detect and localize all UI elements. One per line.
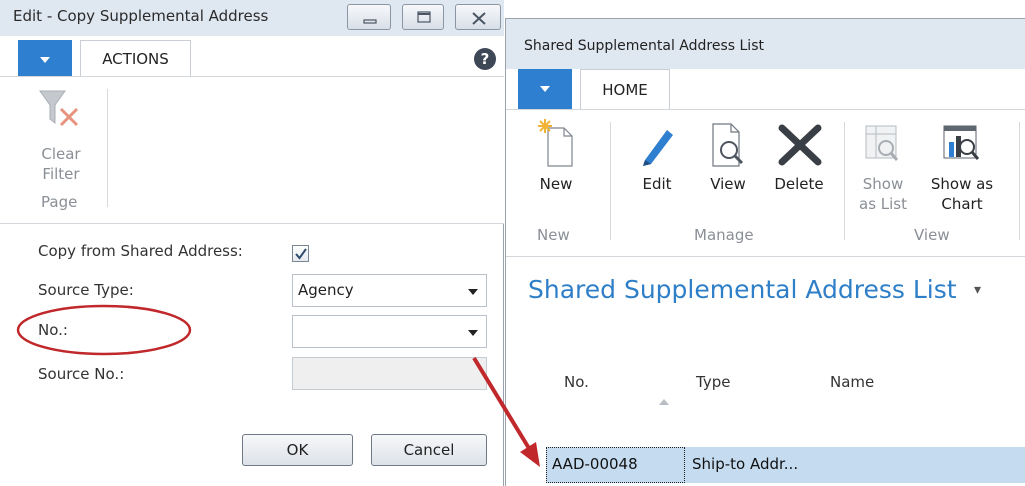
source-type-value: Agency — [298, 281, 354, 299]
dialog-title: Edit - Copy Supplemental Address — [13, 7, 269, 25]
checkmark-icon — [295, 248, 307, 260]
close-icon — [472, 12, 486, 25]
copy-from-shared-address-checkbox[interactable] — [292, 245, 309, 262]
chevron-down-icon — [40, 57, 50, 63]
shared-supplemental-address-list-window: Shared Supplemental Address List HOME Ne… — [505, 18, 1025, 486]
maximize-icon — [417, 11, 431, 23]
dialog-titlebar: Edit - Copy Supplemental Address — [0, 0, 504, 36]
ok-button[interactable]: OK — [242, 434, 353, 466]
show-as-chart-button[interactable]: Show as Chart — [926, 174, 998, 214]
ribbon-group-manage: Manage — [694, 226, 754, 244]
list-window-ribbon: New New Edit View Delete Manage Show as … — [506, 109, 1025, 257]
application-menu-button[interactable] — [518, 69, 572, 109]
edit-pencil-icon — [643, 130, 673, 166]
column-header-no[interactable]: No. — [564, 373, 589, 391]
copy-from-shared-address-label: Copy from Shared Address: — [38, 242, 243, 260]
no-label: No.: — [38, 321, 68, 339]
list-window-title: Shared Supplemental Address List — [524, 38, 764, 54]
cancel-button[interactable]: Cancel — [371, 434, 487, 466]
tab-home[interactable]: HOME — [580, 69, 670, 109]
show-as-chart-label-1: Show as — [930, 175, 994, 193]
show-as-list-icon — [865, 125, 899, 161]
column-header-name[interactable]: Name — [830, 373, 874, 391]
source-no-field — [292, 357, 487, 390]
column-header-type[interactable]: Type — [696, 373, 730, 391]
ribbon-group-page: Page — [41, 193, 78, 211]
show-as-list-label-2: as List — [859, 195, 907, 213]
show-as-chart-icon — [943, 125, 980, 160]
help-icon[interactable]: ? — [473, 47, 497, 71]
ribbon-divider — [610, 122, 611, 240]
clear-filter-button[interactable]: Clear Filter — [28, 144, 94, 184]
table-row[interactable]: AAD-00048 Ship-to Addr... — [546, 447, 1025, 483]
application-menu-button[interactable] — [18, 40, 72, 76]
show-as-list-button[interactable]: Show as List — [856, 174, 910, 214]
list-window-tabstrip: HOME — [506, 69, 1025, 109]
ribbon-divider — [1019, 122, 1020, 240]
clear-filter-label-2: Filter — [42, 165, 80, 183]
edit-button[interactable]: Edit — [628, 174, 686, 194]
page-title: Shared Supplemental Address List — [528, 275, 957, 304]
clear-filter-icon — [39, 90, 79, 127]
cell-type[interactable]: Ship-to Addr... — [692, 455, 798, 473]
minimize-button[interactable] — [347, 4, 391, 30]
maximize-button[interactable] — [402, 4, 444, 30]
ribbon-group-new: New — [537, 226, 570, 244]
view-button[interactable]: View — [703, 174, 753, 194]
source-type-select[interactable]: Agency — [292, 274, 487, 307]
ribbon-divider — [107, 89, 108, 207]
dialog-tabstrip: ACTIONS ? — [0, 36, 504, 76]
no-select[interactable] — [292, 315, 487, 348]
chevron-down-icon — [468, 330, 478, 336]
dialog-ribbon: Clear Filter Page — [0, 76, 504, 224]
close-button[interactable] — [455, 4, 501, 30]
page-title-menu-caret[interactable]: ▾ — [974, 282, 981, 298]
source-type-label: Source Type: — [38, 281, 134, 299]
show-as-chart-label-2: Chart — [941, 195, 983, 213]
show-as-list-label-1: Show — [862, 175, 904, 193]
view-document-icon — [712, 123, 744, 167]
tab-actions[interactable]: ACTIONS — [80, 40, 191, 76]
minimize-icon — [363, 19, 377, 24]
new-button[interactable]: New — [528, 174, 584, 194]
svg-text:?: ? — [481, 50, 490, 68]
delete-button[interactable]: Delete — [764, 174, 834, 194]
copy-supplemental-address-dialog: Edit - Copy Supplemental Address ACTIONS… — [0, 0, 504, 486]
new-document-icon — [538, 119, 573, 167]
chevron-down-icon — [468, 289, 478, 295]
list-window-titlebar: Shared Supplemental Address List — [506, 19, 1025, 69]
source-no-label: Source No.: — [38, 365, 125, 383]
ribbon-divider — [844, 122, 845, 240]
cell-no[interactable]: AAD-00048 — [552, 455, 638, 473]
sort-ascending-icon — [659, 399, 669, 405]
delete-x-icon — [778, 124, 822, 166]
clear-filter-label-1: Clear — [41, 145, 81, 163]
ribbon-group-view: View — [914, 226, 950, 244]
chevron-down-icon — [540, 86, 550, 92]
